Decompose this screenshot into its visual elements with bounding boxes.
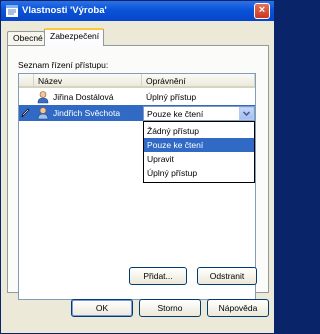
help-button-label: Nápověda (218, 303, 258, 313)
close-icon: × (258, 4, 266, 16)
column-header-name[interactable]: Název (34, 74, 142, 88)
tab-general-label: Obecné (13, 33, 43, 43)
cancel-button[interactable]: Storno (139, 299, 201, 317)
tab-security[interactable]: Zabezpečení (44, 28, 104, 46)
column-header-permission[interactable]: Oprávnění (142, 74, 255, 88)
dropdown-option-edit[interactable]: Upravit (144, 152, 254, 166)
dropdown-option-full-access[interactable]: Úplný přístup (144, 166, 254, 180)
permission-combobox[interactable]: Pouze ke čtení (143, 106, 255, 121)
remove-button-label: Odstranit (209, 271, 245, 281)
acl-row-selected[interactable]: Jindřich Svěchota Pouze ke čtení (19, 105, 255, 121)
remove-button[interactable]: Odstranit (197, 267, 257, 285)
title-bar[interactable]: Vlastnosti 'Výroba' × (1, 1, 274, 21)
tab-general[interactable]: Obecné (7, 31, 45, 45)
help-button[interactable]: Nápověda (207, 299, 269, 317)
acl-row-name: Jiřina Dostálová (53, 92, 114, 102)
window-icon (6, 5, 18, 17)
cancel-button-label: Storno (157, 303, 183, 313)
security-panel: Seznam řízení přístupu: Název Oprávnění … (7, 45, 269, 300)
user-icon (37, 107, 49, 120)
ok-button-label: OK (95, 303, 109, 313)
acl-label: Seznam řízení přístupu: (18, 60, 109, 70)
add-button[interactable]: Přidat... (129, 267, 187, 285)
properties-window: Vlastnosti 'Výroba' × Obecné Zabezpečení… (0, 0, 275, 334)
column-header-permission-label: Oprávnění (146, 76, 186, 86)
ok-button[interactable]: OK (71, 299, 133, 317)
acl-list[interactable]: Název Oprávnění Jiřina Dostálová Úplný p… (18, 73, 256, 300)
add-button-label: Přidat... (143, 271, 173, 281)
chevron-down-icon (242, 111, 251, 117)
column-header-name-label: Název (38, 76, 63, 86)
acl-row-name: Jindřich Svěchota (53, 108, 121, 118)
permission-dropdown-list[interactable]: Žádný přístup Pouze ke čtení Upravit Úpl… (143, 121, 255, 183)
dropdown-option-no-access[interactable]: Žádný přístup (144, 124, 254, 138)
dropdown-button[interactable] (239, 107, 254, 120)
pencil-icon (21, 108, 30, 118)
column-header-icon[interactable] (19, 74, 34, 88)
tab-security-label: Zabezpečení (50, 31, 100, 41)
user-icon (37, 91, 49, 104)
close-button[interactable]: × (254, 3, 270, 19)
permission-combobox-value: Pouze ke čtení (147, 109, 204, 119)
acl-row-permission: Úplný přístup (146, 92, 197, 102)
dropdown-option-read-only[interactable]: Pouze ke čtení (144, 138, 254, 152)
window-title: Vlastnosti 'Výroba' (22, 5, 107, 16)
acl-row[interactable]: Jiřina Dostálová Úplný přístup (19, 89, 255, 105)
